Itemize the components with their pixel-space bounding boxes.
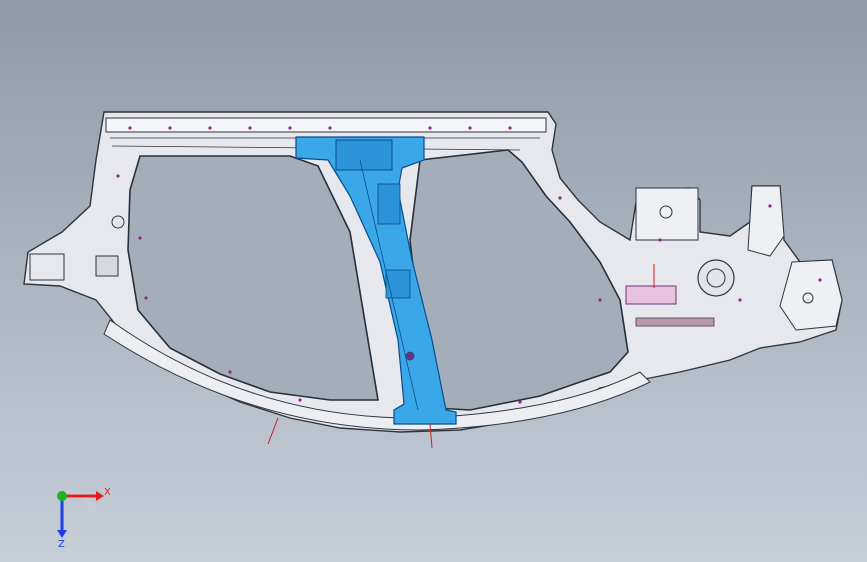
rear-end-bracket[interactable]: [779, 259, 843, 331]
y-axis-dot: [57, 491, 67, 501]
annotation-line-1: [267, 417, 279, 445]
highlight-block[interactable]: [625, 285, 677, 305]
x-axis-label: X: [104, 487, 110, 498]
z-axis-label: Z: [58, 539, 65, 548]
rear-upper-bracket[interactable]: [635, 187, 699, 241]
orientation-triad[interactable]: X Z: [40, 478, 110, 548]
cad-viewport[interactable]: X Z: [0, 0, 867, 562]
x-axis-arrowhead: [96, 491, 104, 501]
vehicle-side-frame-model[interactable]: [0, 0, 867, 562]
z-axis-arrowhead: [57, 530, 67, 538]
a-pillar-bracket[interactable]: [29, 253, 65, 281]
rear-door-opening: [409, 149, 629, 411]
roof-rail[interactable]: [105, 117, 547, 133]
shock-mount[interactable]: [697, 259, 735, 297]
b-pillar-hole: [405, 351, 415, 361]
b-pillar-reinforcement[interactable]: [377, 183, 401, 225]
b-pillar-top-bracket[interactable]: [335, 139, 393, 171]
b-pillar-hinge-plate[interactable]: [385, 269, 411, 299]
a-pillar-plate[interactable]: [95, 255, 119, 277]
highlight-rod[interactable]: [635, 317, 715, 327]
